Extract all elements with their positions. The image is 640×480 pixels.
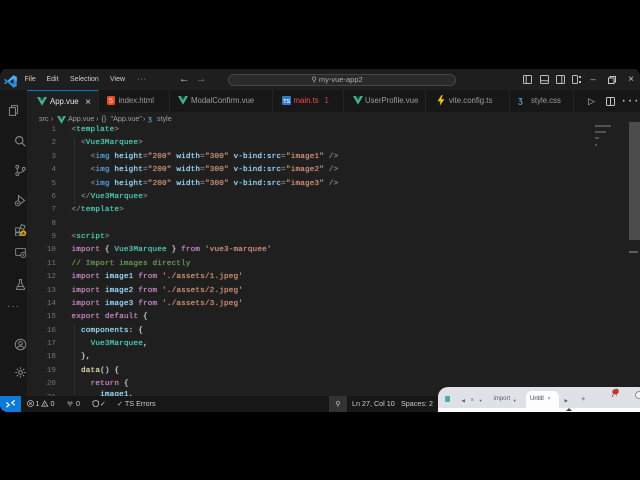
svg-text:TS: TS: [283, 99, 290, 105]
svg-text:5: 5: [109, 98, 113, 105]
